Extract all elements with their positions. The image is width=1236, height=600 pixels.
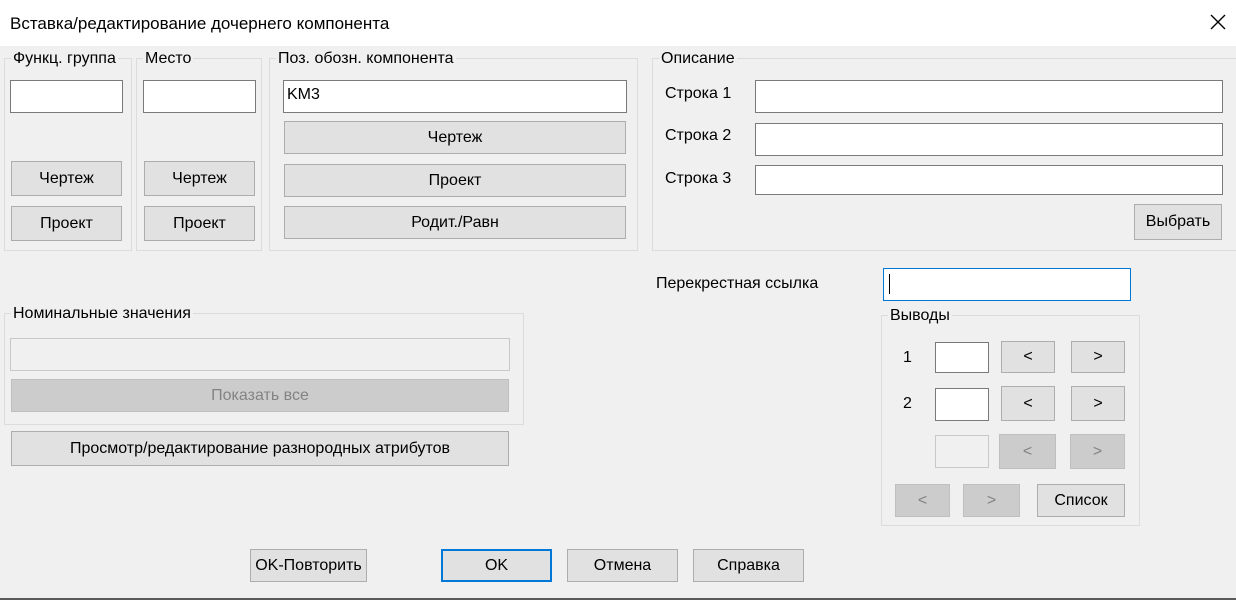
pins-page-prev-button: <	[895, 484, 950, 517]
description-line1-input[interactable]	[755, 80, 1223, 113]
cross-reference-input[interactable]	[883, 268, 1131, 301]
component-tag-input[interactable]: KM3	[283, 80, 627, 113]
func-group-input[interactable]	[10, 80, 123, 113]
pin2-prev-button[interactable]: <	[1001, 386, 1055, 421]
pin1-prev-button[interactable]: <	[1001, 341, 1055, 373]
component-tag-project-button[interactable]: Проект	[284, 164, 626, 197]
window-title: Вставка/редактирование дочернего компоне…	[10, 14, 390, 33]
pin3-input	[935, 435, 989, 468]
parent-sibling-button[interactable]: Родит./Равн	[284, 206, 626, 239]
pin1-number: 1	[903, 349, 912, 366]
cancel-button[interactable]: Отмена	[567, 549, 678, 582]
func-group-label: Функц. группа	[11, 50, 118, 68]
title-bar: Вставка/редактирование дочернего компоне…	[0, 0, 1236, 46]
pin2-input[interactable]	[935, 388, 989, 421]
help-button[interactable]: Справка	[693, 549, 804, 582]
pin2-next-button[interactable]: >	[1071, 386, 1125, 421]
component-tag-label: Поз. обозн. компонента	[276, 50, 456, 68]
pin1-input[interactable]	[935, 342, 989, 373]
pin1-next-button[interactable]: >	[1071, 341, 1125, 373]
ratings-label: Номинальные значения	[11, 305, 193, 323]
location-input[interactable]	[143, 80, 256, 113]
func-group-drawing-button[interactable]: Чертеж	[11, 161, 122, 196]
description-label: Описание	[659, 50, 737, 68]
pins-page-next-button: >	[963, 484, 1020, 517]
text-caret	[889, 274, 890, 294]
pins-list-button[interactable]: Список	[1037, 484, 1125, 517]
description-line3-label: Строка 3	[665, 170, 732, 187]
ok-repeat-button[interactable]: OK-Повторить	[250, 549, 367, 582]
pin3-next-button: >	[1070, 434, 1125, 469]
close-icon[interactable]	[1206, 10, 1230, 34]
description-line2-input[interactable]	[755, 123, 1223, 156]
func-group-project-button[interactable]: Проект	[11, 206, 122, 241]
show-all-button: Показать все	[11, 379, 509, 412]
description-line2-label: Строка 2	[665, 127, 732, 144]
pin3-prev-button: <	[999, 434, 1056, 469]
ratings-input	[10, 338, 510, 371]
ok-button[interactable]: OK	[441, 549, 552, 582]
description-pick-button[interactable]: Выбрать	[1134, 204, 1222, 240]
location-drawing-button[interactable]: Чертеж	[144, 161, 255, 196]
location-project-button[interactable]: Проект	[144, 206, 255, 241]
attributes-edit-button[interactable]: Просмотр/редактирование разнородных атри…	[11, 431, 509, 466]
description-line1-label: Строка 1	[665, 85, 732, 102]
component-tag-drawing-button[interactable]: Чертеж	[284, 121, 626, 154]
description-line3-input[interactable]	[755, 165, 1223, 195]
location-label: Место	[143, 50, 194, 68]
pin2-number: 2	[903, 395, 912, 412]
cross-reference-label: Перекрестная ссылка	[656, 275, 819, 292]
pins-label: Выводы	[888, 307, 952, 325]
